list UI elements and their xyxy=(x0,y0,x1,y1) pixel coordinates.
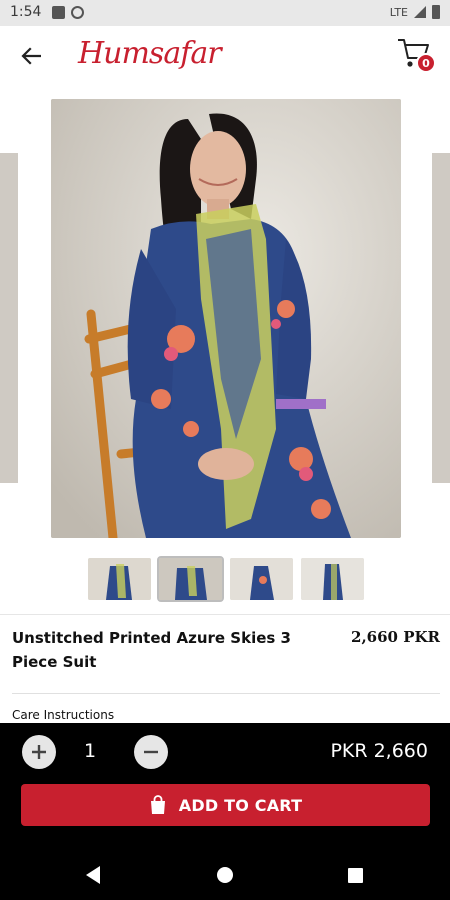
status-notification-icons xyxy=(52,6,84,19)
status-time: 1:54 xyxy=(10,4,42,20)
shopping-bag-icon xyxy=(149,795,167,815)
status-bar: 1:54 LTE xyxy=(0,0,450,26)
increase-quantity-button[interactable] xyxy=(22,735,56,769)
sd-card-icon xyxy=(52,6,65,19)
network-type: LTE xyxy=(389,5,408,19)
minus-icon xyxy=(144,750,158,754)
system-navigation-bar xyxy=(0,836,450,900)
thumbnail-4[interactable] xyxy=(301,558,364,600)
nav-back-icon[interactable] xyxy=(86,866,100,884)
thumbnail-3[interactable] xyxy=(230,558,293,600)
next-image-peek[interactable] xyxy=(432,153,450,483)
back-button[interactable] xyxy=(14,40,48,72)
care-instructions-heading[interactable]: Care Instructions xyxy=(12,708,114,722)
decrease-quantity-button[interactable] xyxy=(134,735,168,769)
previous-image-peek[interactable] xyxy=(0,153,18,483)
product-details: Unstitched Printed Azure Skies 3 Piece S… xyxy=(0,86,450,723)
thumbnail-2[interactable] xyxy=(157,556,224,602)
quantity-value: 1 xyxy=(84,740,97,762)
section-divider xyxy=(0,614,450,615)
product-price: 2,660 PKR xyxy=(351,628,440,646)
signal-icon xyxy=(414,6,426,18)
thumbnail-strip xyxy=(88,556,364,602)
add-to-cart-label: ADD TO CART xyxy=(178,795,303,815)
nav-home-icon[interactable] xyxy=(217,867,233,883)
product-title: Unstitched Printed Azure Skies 3 Piece S… xyxy=(12,629,291,671)
add-to-cart-button[interactable]: ADD TO CART xyxy=(21,784,430,826)
status-indicators: LTE xyxy=(390,5,440,19)
purchase-bar: 1 PKR 2,660 ADD TO CART xyxy=(0,723,450,836)
model-photo xyxy=(51,99,401,538)
sync-icon xyxy=(71,6,84,19)
plus-icon xyxy=(32,745,46,759)
section-divider xyxy=(12,693,440,694)
cart-button[interactable]: 0 xyxy=(396,34,436,74)
thumbnail-1[interactable] xyxy=(88,558,151,600)
brand-logo[interactable]: Humsafar xyxy=(78,36,222,71)
cart-count-badge: 0 xyxy=(416,53,436,73)
battery-icon xyxy=(432,5,440,19)
app-bar: Humsafar 0 xyxy=(0,26,450,86)
nav-recents-icon[interactable] xyxy=(348,868,363,883)
product-image[interactable] xyxy=(51,99,401,538)
arrow-left-icon xyxy=(21,47,41,65)
total-price: PKR 2,660 xyxy=(330,740,428,762)
